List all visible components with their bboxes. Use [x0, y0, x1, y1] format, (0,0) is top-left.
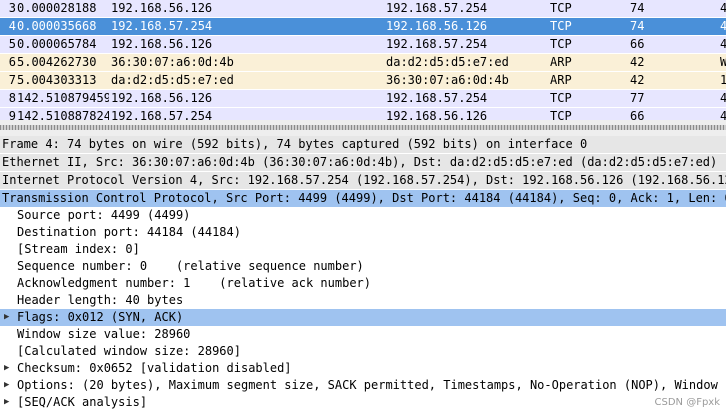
packet-length: 42 [630, 73, 645, 87]
packet-destination: 192.168.56.126 [386, 19, 488, 33]
tree-item-checksum[interactable]: ▶ Checksum: 0x0652 [validation disabled] [0, 360, 726, 377]
packet-source: 192.168.56.126 [111, 91, 213, 105]
packet-protocol: TCP [550, 1, 572, 15]
tree-item-sequence-number[interactable]: Sequence number: 0 (relative sequence nu… [0, 258, 726, 275]
tree-item-label: Ethernet II, Src: 36:30:07:a6:0d:4b (36:… [2, 155, 718, 169]
packet-length: 74 [630, 19, 645, 33]
tree-item-frame[interactable]: Frame 4: 74 bytes on wire (592 bits), 74… [0, 136, 726, 154]
tree-item-ack-number[interactable]: Acknowledgment number: 1 (relative ack n… [0, 275, 726, 292]
packet-source: 192.168.56.126 [111, 37, 213, 51]
tree-item-tcp-selected[interactable]: Transmission Control Protocol, Src Port:… [0, 190, 726, 207]
tree-item-window-size[interactable]: Window size value: 28960 [0, 326, 726, 343]
tree-item-label: Destination port: 44184 (44184) [17, 225, 241, 239]
expand-arrow-icon[interactable]: ▶ [4, 309, 14, 326]
packet-time: 0.000028188 [17, 1, 97, 15]
tree-item-header-length[interactable]: Header length: 40 bytes [0, 292, 726, 309]
tree-item-label: Header length: 40 bytes [17, 293, 184, 307]
packet-row-4-selected[interactable]: 4 0.000035668 192.168.57.254 192.168.56.… [0, 18, 726, 36]
splitter-grip-handle[interactable] [0, 125, 726, 130]
expand-arrow-icon[interactable]: ▶ [4, 394, 14, 411]
tree-item-label: Source port: 4499 (4499) [17, 208, 191, 222]
tree-item-label: Frame 4: 74 bytes on wire (592 bits), 74… [2, 137, 588, 151]
packet-protocol: TCP [550, 91, 572, 105]
tree-item-label: Transmission Control Protocol, Src Port:… [2, 191, 726, 205]
packet-info: 4 [720, 91, 726, 105]
packet-row-6[interactable]: 6 5.004262730 36:30:07:a6:0d:4b da:d2:d5… [0, 54, 726, 72]
packet-time: 5.004262730 [17, 55, 97, 69]
packet-time: 142.510887824 [17, 109, 109, 120]
tree-item-source-port[interactable]: Source port: 4499 (4499) [0, 207, 726, 224]
tree-item-options[interactable]: ▶ Options: (20 bytes), Maximum segment s… [0, 377, 726, 394]
packet-length: 66 [630, 37, 645, 51]
wireshark-window: 3 0.000028188 192.168.56.126 192.168.57.… [0, 0, 726, 414]
packet-time: 0.000035668 [17, 19, 97, 33]
tree-item-ethernet[interactable]: Ethernet II, Src: 36:30:07:a6:0d:4b (36:… [0, 154, 726, 172]
packet-row-8[interactable]: 8 142.510879459 192.168.56.126 192.168.5… [0, 90, 726, 108]
packet-number: 7 [8, 73, 16, 87]
tree-item-label: Acknowledgment number: 1 (relative ack n… [17, 276, 372, 290]
packet-info: 4 [720, 1, 726, 15]
packet-info: 4 [720, 19, 726, 33]
packet-number: 5 [8, 37, 16, 51]
packet-length: 66 [630, 109, 645, 120]
packet-row-3[interactable]: 3 0.000028188 192.168.56.126 192.168.57.… [0, 0, 726, 18]
tree-item-label: [SEQ/ACK analysis] [17, 395, 148, 409]
packet-source: 36:30:07:a6:0d:4b [111, 55, 234, 69]
packet-source: da:d2:d5:d5:e7:ed [111, 73, 234, 87]
expand-arrow-icon[interactable]: ▶ [4, 360, 14, 377]
tree-item-label: Sequence number: 0 (relative sequence nu… [17, 259, 364, 273]
packet-number: 4 [8, 19, 16, 33]
packet-info: 4 [720, 109, 726, 120]
packet-info: 4 [720, 37, 726, 51]
packet-row-9[interactable]: 9 142.510887824 192.168.57.254 192.168.5… [0, 108, 726, 120]
expand-arrow-icon[interactable]: ▶ [4, 377, 14, 394]
tree-item-label: Window size value: 28960 [17, 327, 191, 341]
packet-time: 5.004303313 [17, 73, 97, 87]
packet-number: 9 [8, 109, 16, 120]
packet-source: 192.168.57.254 [111, 19, 213, 33]
tree-item-stream-index[interactable]: [Stream index: 0] [0, 241, 726, 258]
tree-item-flags[interactable]: ▶ Flags: 0x012 (SYN, ACK) [0, 309, 726, 326]
pane-splitter[interactable] [0, 120, 726, 136]
packet-protocol: ARP [550, 73, 572, 87]
tree-item-seq-ack-analysis[interactable]: ▶ [SEQ/ACK analysis] [0, 394, 726, 411]
tree-item-label: Checksum: 0x0652 [validation disabled] [17, 361, 292, 375]
packet-row-7[interactable]: 7 5.004303313 da:d2:d5:d5:e7:ed 36:30:07… [0, 72, 726, 90]
tree-item-destination-port[interactable]: Destination port: 44184 (44184) [0, 224, 726, 241]
packet-info: W [720, 55, 726, 69]
packet-destination: 192.168.57.254 [386, 1, 488, 15]
packet-list[interactable]: 3 0.000028188 192.168.56.126 192.168.57.… [0, 0, 726, 120]
packet-info: 1 [720, 73, 726, 87]
packet-row-5[interactable]: 5 0.000065784 192.168.56.126 192.168.57.… [0, 36, 726, 54]
tree-item-label: [Calculated window size: 28960] [17, 344, 241, 358]
packet-destination: 192.168.57.254 [386, 37, 488, 51]
packet-source: 192.168.57.254 [111, 109, 213, 120]
packet-protocol: TCP [550, 37, 572, 51]
packet-time: 142.510879459 [17, 91, 109, 105]
packet-time: 0.000065784 [17, 37, 97, 51]
packet-length: 77 [630, 91, 645, 105]
packet-protocol: ARP [550, 55, 572, 69]
packet-length: 42 [630, 55, 645, 69]
packet-source: 192.168.56.126 [111, 1, 213, 15]
tree-item-label: Flags: 0x012 (SYN, ACK) [17, 310, 184, 324]
packet-number: 8 [8, 91, 16, 105]
packet-details-tree[interactable]: Frame 4: 74 bytes on wire (592 bits), 74… [0, 136, 726, 414]
packet-protocol: TCP [550, 109, 572, 120]
watermark-text: CSDN @Fpxk [654, 397, 721, 408]
packet-number: 6 [8, 55, 16, 69]
tree-item-ip[interactable]: Internet Protocol Version 4, Src: 192.16… [0, 172, 726, 190]
packet-destination: 192.168.57.254 [386, 91, 488, 105]
packet-destination: 192.168.56.126 [386, 109, 488, 120]
packet-length: 74 [630, 1, 645, 15]
packet-destination: 36:30:07:a6:0d:4b [386, 73, 509, 87]
packet-number: 3 [8, 1, 16, 15]
tree-item-calculated-window[interactable]: [Calculated window size: 28960] [0, 343, 726, 360]
packet-protocol: TCP [550, 19, 572, 33]
tree-item-label: Options: (20 bytes), Maximum segment siz… [17, 378, 726, 392]
tree-item-label: Internet Protocol Version 4, Src: 192.16… [2, 173, 726, 187]
packet-destination: da:d2:d5:d5:e7:ed [386, 55, 509, 69]
tree-item-label: [Stream index: 0] [17, 242, 140, 256]
